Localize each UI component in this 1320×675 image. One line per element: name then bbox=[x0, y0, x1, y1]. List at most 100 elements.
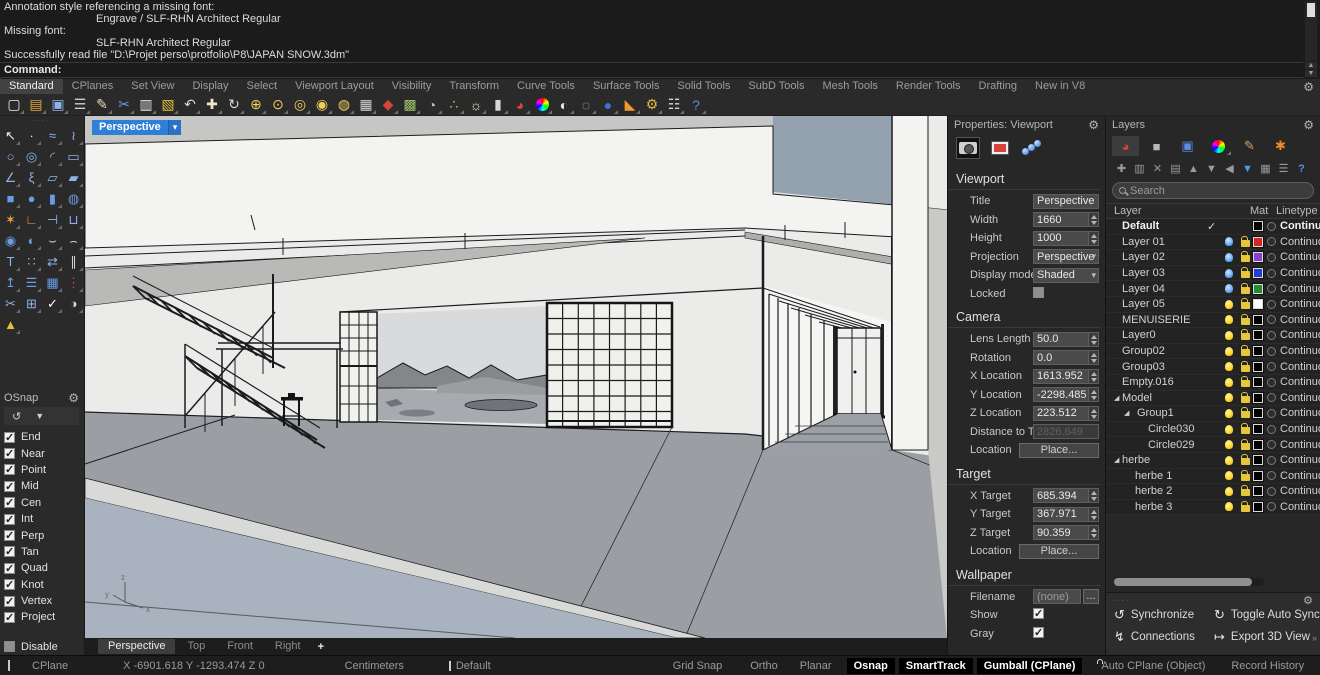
tab-drafting[interactable]: Drafting bbox=[970, 79, 1027, 94]
zoom-selected-icon[interactable]: ◉ bbox=[311, 95, 333, 115]
tab-curve-tools[interactable]: Curve Tools bbox=[508, 79, 584, 94]
linetype-value[interactable]: Continuous bbox=[1280, 220, 1320, 232]
save-icon[interactable]: ▣ bbox=[47, 95, 69, 115]
cplane-button[interactable]: CPlane bbox=[32, 660, 68, 672]
options-gear-icon[interactable]: ⚙ bbox=[641, 95, 663, 115]
lock-icon[interactable] bbox=[1237, 330, 1253, 340]
title-field[interactable]: Perspective bbox=[1033, 194, 1099, 209]
layer-row[interactable]: herbe 2Continuous bbox=[1106, 484, 1320, 500]
lock-icon[interactable] bbox=[1237, 393, 1253, 403]
named-views-icon[interactable]: ◆ bbox=[377, 95, 399, 115]
layer-row[interactable]: Circle029Continuous bbox=[1106, 437, 1320, 453]
layer-name[interactable]: Layer 05 bbox=[1122, 298, 1165, 310]
array-grid-tool-icon[interactable]: ▦ bbox=[42, 272, 63, 293]
named-views-tab-icon[interactable]: ▣ bbox=[1174, 136, 1201, 156]
boolean-union-tool-icon[interactable]: ◉ bbox=[0, 230, 21, 251]
bulb-icon[interactable] bbox=[1221, 315, 1237, 324]
lamp-icon[interactable]: ☼ bbox=[465, 95, 487, 115]
join-tool-icon[interactable]: ⊞ bbox=[21, 293, 42, 314]
rotation-field[interactable]: 0.0 bbox=[1033, 350, 1099, 365]
connections-button[interactable]: ↯Connections bbox=[1114, 629, 1214, 645]
lock-icon[interactable] bbox=[1237, 284, 1253, 294]
display-mode-dropdown[interactable]: Shaded bbox=[1033, 268, 1099, 283]
export-3d-view-button[interactable]: ↦Export 3D View bbox=[1214, 629, 1320, 645]
project-checkbox[interactable] bbox=[4, 612, 15, 623]
lock-icon[interactable]: ▮ bbox=[487, 95, 509, 115]
mid-checkbox[interactable] bbox=[4, 481, 15, 492]
polyline-tool-icon[interactable]: ∠ bbox=[0, 167, 21, 188]
point-checkbox[interactable] bbox=[4, 464, 15, 475]
linetype-value[interactable]: Continuous bbox=[1280, 454, 1320, 466]
layer-name[interactable]: Model bbox=[1122, 392, 1152, 404]
point-tool-icon[interactable]: ∙ bbox=[21, 125, 42, 146]
toggle-auto-sync-button[interactable]: ↻Toggle Auto Sync bbox=[1214, 607, 1320, 623]
column-linetype[interactable]: Linetype bbox=[1276, 205, 1320, 217]
paste-icon[interactable]: ▧ bbox=[157, 95, 179, 115]
layer-color-swatch[interactable] bbox=[1253, 377, 1263, 387]
layer-color-swatch[interactable] bbox=[1253, 299, 1263, 309]
layer-color-swatch[interactable] bbox=[1253, 408, 1263, 418]
material-icon[interactable] bbox=[1267, 362, 1276, 371]
bulb-icon[interactable] bbox=[1221, 300, 1237, 309]
move-up-icon[interactable]: ▲ bbox=[1186, 161, 1201, 176]
layer-color-swatch[interactable] bbox=[1253, 237, 1263, 247]
filter-icon[interactable]: ▼ bbox=[1240, 161, 1255, 176]
command-prompt[interactable]: Command: bbox=[0, 62, 1303, 78]
linetype-value[interactable]: Continuous bbox=[1280, 423, 1320, 435]
color-tab-icon[interactable] bbox=[1205, 136, 1232, 156]
layer-state-icon[interactable]: ◕ bbox=[509, 95, 531, 115]
layer-color-swatch[interactable] bbox=[1253, 424, 1263, 434]
end-checkbox[interactable] bbox=[4, 432, 15, 443]
print-icon[interactable]: ☰ bbox=[69, 95, 91, 115]
knot-checkbox[interactable] bbox=[4, 579, 15, 590]
layer-row[interactable]: herbe 3 Continuous bbox=[1106, 500, 1320, 516]
layer-row[interactable]: Layer 04Continuous bbox=[1106, 281, 1320, 297]
material-icon[interactable] bbox=[1267, 440, 1276, 449]
tab-standard[interactable]: Standard bbox=[0, 79, 63, 94]
duplicate-layer-icon[interactable]: ▤ bbox=[1168, 161, 1183, 176]
material-icon[interactable] bbox=[1267, 487, 1276, 496]
layer-row[interactable]: Default✓Continuous bbox=[1106, 219, 1320, 235]
planar-toggle[interactable]: Planar bbox=[793, 658, 839, 674]
x-location-field[interactable]: 1613.952 bbox=[1033, 369, 1099, 384]
height-spinner[interactable] bbox=[1088, 232, 1098, 245]
lock-icon[interactable] bbox=[1237, 471, 1253, 481]
int-checkbox[interactable] bbox=[4, 514, 15, 525]
list-menu-icon[interactable]: ☰ bbox=[1276, 161, 1291, 176]
bulb-icon[interactable] bbox=[1221, 331, 1237, 340]
layers-help-icon[interactable]: ? bbox=[1294, 161, 1309, 176]
layer-name[interactable]: Layer 04 bbox=[1122, 283, 1165, 295]
filename-field[interactable]: (none) bbox=[1033, 589, 1081, 604]
set-view-icon[interactable]: ◔ bbox=[421, 95, 443, 115]
linetype-value[interactable]: Continuous bbox=[1280, 376, 1320, 388]
auto-cplane-toggle[interactable]: Auto CPlane (Object) bbox=[1101, 658, 1212, 674]
material-icon[interactable] bbox=[1267, 222, 1276, 231]
linetype-value[interactable]: Continuous bbox=[1280, 501, 1320, 513]
bulb-icon[interactable] bbox=[1221, 440, 1237, 449]
3d-scene[interactable]: z x y bbox=[85, 116, 947, 638]
layer-name[interactable]: herbe 3 bbox=[1122, 501, 1172, 513]
explode-tool-icon[interactable]: ✶ bbox=[0, 209, 21, 230]
grid-view-icon[interactable]: ▦ bbox=[1258, 161, 1273, 176]
osnap-gear-icon[interactable]: ⚙ bbox=[68, 391, 79, 405]
toolbar-gear-icon[interactable]: ⚙ bbox=[1303, 80, 1314, 94]
layer-column-headers[interactable]: Layer Mat Linetype bbox=[1106, 203, 1320, 219]
z-target-spinner[interactable] bbox=[1088, 526, 1098, 539]
layer-name[interactable]: Empty.016 bbox=[1122, 376, 1174, 388]
more-chevrons[interactable]: » bbox=[1312, 633, 1317, 643]
curve-freeform-tool-icon[interactable]: ≀ bbox=[63, 125, 84, 146]
shade-tool-icon[interactable]: ◑ bbox=[63, 293, 84, 314]
select-tool-icon[interactable]: ↖ bbox=[0, 125, 21, 146]
smarttrack-toggle[interactable]: SmartTrack bbox=[899, 658, 973, 674]
layer-color-swatch[interactable] bbox=[1253, 362, 1263, 372]
surface-plane-tool-icon[interactable]: ▰ bbox=[63, 167, 84, 188]
viewport-title[interactable]: Perspective bbox=[92, 120, 168, 135]
lock-icon[interactable] bbox=[1237, 252, 1253, 262]
bulb-icon[interactable] bbox=[1221, 284, 1237, 293]
layer-row[interactable]: ◢Group1Continuous bbox=[1106, 406, 1320, 422]
bulb-icon[interactable] bbox=[1221, 487, 1237, 496]
osnap-tan[interactable]: Tan bbox=[4, 544, 85, 560]
osnap-filter-icon[interactable]: ▼ bbox=[35, 411, 44, 421]
sphere-tool-icon[interactable]: ● bbox=[21, 188, 42, 209]
tab-subd-tools[interactable]: SubD Tools bbox=[739, 79, 813, 94]
